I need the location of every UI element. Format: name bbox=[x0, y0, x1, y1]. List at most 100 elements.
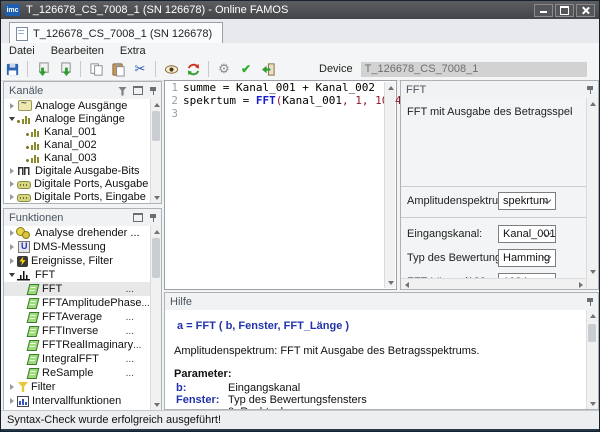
scroll-up-icon[interactable] bbox=[587, 98, 598, 109]
expander-icon[interactable] bbox=[7, 230, 16, 236]
scroll-down-icon[interactable] bbox=[587, 266, 598, 277]
menu-bearbeiten[interactable]: Bearbeiten bbox=[43, 45, 112, 57]
tree-item-fftamplitudephase[interactable]: FFTAmplitudePhase... bbox=[4, 296, 150, 310]
field-bewertungsfenster: Typ des Bewertungsfensters: Hamming bbox=[407, 248, 574, 267]
scrollbar-thumb[interactable] bbox=[152, 238, 160, 278]
scroll-down-icon[interactable] bbox=[151, 399, 162, 410]
function-dots[interactable]: ... bbox=[126, 312, 150, 323]
paste-icon[interactable] bbox=[108, 60, 128, 78]
imc-logo-icon: imc bbox=[5, 4, 20, 16]
bewertungsfenster-select[interactable]: Hamming bbox=[498, 249, 556, 267]
document-tab[interactable]: T_126678_CS_7008_1 (SN 126678) bbox=[9, 22, 223, 44]
exit-icon[interactable] bbox=[258, 60, 278, 78]
close-button[interactable] bbox=[576, 4, 595, 17]
tree-item-analyse-drehender[interactable]: Analyse drehender ... bbox=[4, 226, 150, 240]
tree-item-integralfft[interactable]: IntegralFFT... bbox=[4, 352, 150, 366]
maximize-button[interactable] bbox=[555, 4, 574, 17]
view-icon[interactable] bbox=[161, 60, 181, 78]
maximize-icon[interactable] bbox=[133, 86, 143, 95]
receive-from-device-icon[interactable] bbox=[33, 60, 53, 78]
expander-icon[interactable] bbox=[7, 384, 16, 390]
save-icon[interactable] bbox=[2, 60, 22, 78]
scrollbar-thumb[interactable] bbox=[152, 111, 160, 141]
tree-item-digitale-ports-eingabe[interactable]: Digitale Ports, Eingabe bbox=[4, 190, 150, 203]
expander-icon[interactable] bbox=[7, 194, 16, 200]
send-to-device-icon[interactable] bbox=[55, 60, 75, 78]
tree-item-fft-group[interactable]: FFT bbox=[4, 268, 150, 282]
tree-item-filter[interactable]: Filter bbox=[4, 380, 150, 394]
function-dots[interactable]: ... bbox=[141, 298, 150, 309]
code-line-3[interactable]: 3 bbox=[165, 107, 396, 120]
refresh-icon[interactable] bbox=[183, 60, 203, 78]
function-dots[interactable]: ... bbox=[133, 340, 150, 351]
editor-scrollbar[interactable] bbox=[384, 82, 395, 288]
tree-item-fftrealimaginary[interactable]: FFTRealImaginary... bbox=[4, 338, 150, 352]
scroll-right-icon[interactable] bbox=[575, 279, 586, 289]
amplitudenspektrum-select[interactable]: spekrtum bbox=[498, 192, 556, 210]
code-line-2[interactable]: 2spekrtum = FFT(Kanal_001, 1, 1024) bbox=[165, 94, 396, 107]
pin-icon[interactable] bbox=[586, 85, 594, 95]
scroll-left-icon[interactable] bbox=[401, 279, 412, 289]
expander-icon[interactable] bbox=[7, 103, 16, 109]
pin-icon[interactable] bbox=[586, 297, 594, 307]
scroll-up-icon[interactable] bbox=[151, 226, 162, 237]
hilfe-scrollbar[interactable] bbox=[586, 310, 598, 409]
filter-icon[interactable] bbox=[118, 87, 127, 96]
code-line-1[interactable]: 1summe = Kanal_001 + Kanal_002 bbox=[165, 81, 396, 94]
copy-icon[interactable] bbox=[86, 60, 106, 78]
scroll-up-icon[interactable] bbox=[151, 99, 162, 110]
expander-icon[interactable] bbox=[7, 244, 16, 250]
chevron-down-icon[interactable] bbox=[541, 254, 553, 264]
tree-item-dms-messung[interactable]: DMS-Messung bbox=[4, 240, 150, 254]
chevron-down-icon[interactable] bbox=[541, 230, 553, 240]
tree-item-kanal-003[interactable]: Kanal_003 bbox=[4, 151, 150, 164]
scrollbar-thumb[interactable] bbox=[588, 324, 596, 342]
tree-item-kanal-002[interactable]: Kanal_002 bbox=[4, 138, 150, 151]
expander-icon[interactable] bbox=[7, 181, 16, 187]
parameter-row-fenster: Fenster: Typ des Bewertungsfensters bbox=[176, 394, 367, 406]
syntax-check-icon[interactable]: ✔ bbox=[236, 60, 256, 78]
expander-icon[interactable] bbox=[7, 168, 16, 174]
code-editor[interactable]: 1summe = Kanal_001 + Kanal_002 2spekrtum… bbox=[164, 80, 397, 290]
cut-icon[interactable]: ✂ bbox=[130, 60, 150, 78]
function-dots[interactable]: ... bbox=[126, 368, 150, 379]
device-label: Device bbox=[319, 63, 353, 75]
menu-datei[interactable]: Datei bbox=[1, 45, 43, 57]
maximize-icon[interactable] bbox=[133, 213, 143, 222]
fft-vertical-scrollbar[interactable] bbox=[586, 98, 598, 289]
fft-horizontal-scrollbar[interactable] bbox=[401, 278, 586, 289]
tree-item-fftinverse[interactable]: FFTInverse... bbox=[4, 324, 150, 338]
tree-item-analoge-eingaenge[interactable]: Analoge Eingänge bbox=[4, 112, 150, 125]
menu-extra[interactable]: Extra bbox=[112, 45, 154, 57]
pin-icon[interactable] bbox=[149, 213, 157, 223]
tree-item-fftaverage[interactable]: FFTAverage... bbox=[4, 310, 150, 324]
pin-icon[interactable] bbox=[149, 86, 157, 96]
settings-icon[interactable]: ⚙ bbox=[214, 60, 234, 78]
tree-item-resample[interactable]: ReSample... bbox=[4, 366, 150, 380]
eingangskanal-select[interactable]: Kanal_001 bbox=[498, 225, 556, 243]
tree-item-digitale-ausgabe-bits[interactable]: Digitale Ausgabe-Bits bbox=[4, 164, 150, 177]
expander-icon[interactable] bbox=[7, 273, 16, 277]
tree-item-fft-function[interactable]: FFT... bbox=[4, 282, 150, 296]
scroll-down-icon[interactable] bbox=[587, 398, 598, 409]
function-dots[interactable]: ... bbox=[126, 284, 150, 295]
tree-item-kanal-001[interactable]: Kanal_001 bbox=[4, 125, 150, 138]
kanaele-scrollbar[interactable] bbox=[150, 99, 161, 203]
function-dots[interactable]: ... bbox=[126, 326, 150, 337]
scroll-down-icon[interactable] bbox=[385, 277, 396, 288]
tree-item-ereignisse-filter[interactable]: Ereignisse, Filter bbox=[4, 254, 150, 268]
field-amplitudenspektrum: Amplitudenspektrum: spekrtum bbox=[407, 191, 574, 210]
scroll-up-icon[interactable] bbox=[587, 310, 598, 321]
tree-item-analoge-ausgaenge[interactable]: Analoge Ausgänge bbox=[4, 99, 150, 112]
function-dots[interactable]: ... bbox=[126, 354, 150, 365]
scroll-up-icon[interactable] bbox=[385, 82, 396, 93]
expander-icon[interactable] bbox=[7, 398, 16, 404]
chevron-down-icon[interactable] bbox=[541, 197, 553, 207]
tree-item-digitale-ports-ausgabe[interactable]: Digitale Ports, Ausgabe bbox=[4, 177, 150, 190]
expander-icon[interactable] bbox=[7, 258, 16, 264]
minimize-button[interactable] bbox=[534, 4, 553, 17]
funktionen-scrollbar[interactable] bbox=[150, 226, 161, 410]
expander-icon[interactable] bbox=[7, 117, 16, 121]
tree-item-intervallfunktionen[interactable]: Intervallfunktionen bbox=[4, 394, 150, 408]
scroll-down-icon[interactable] bbox=[151, 192, 162, 203]
